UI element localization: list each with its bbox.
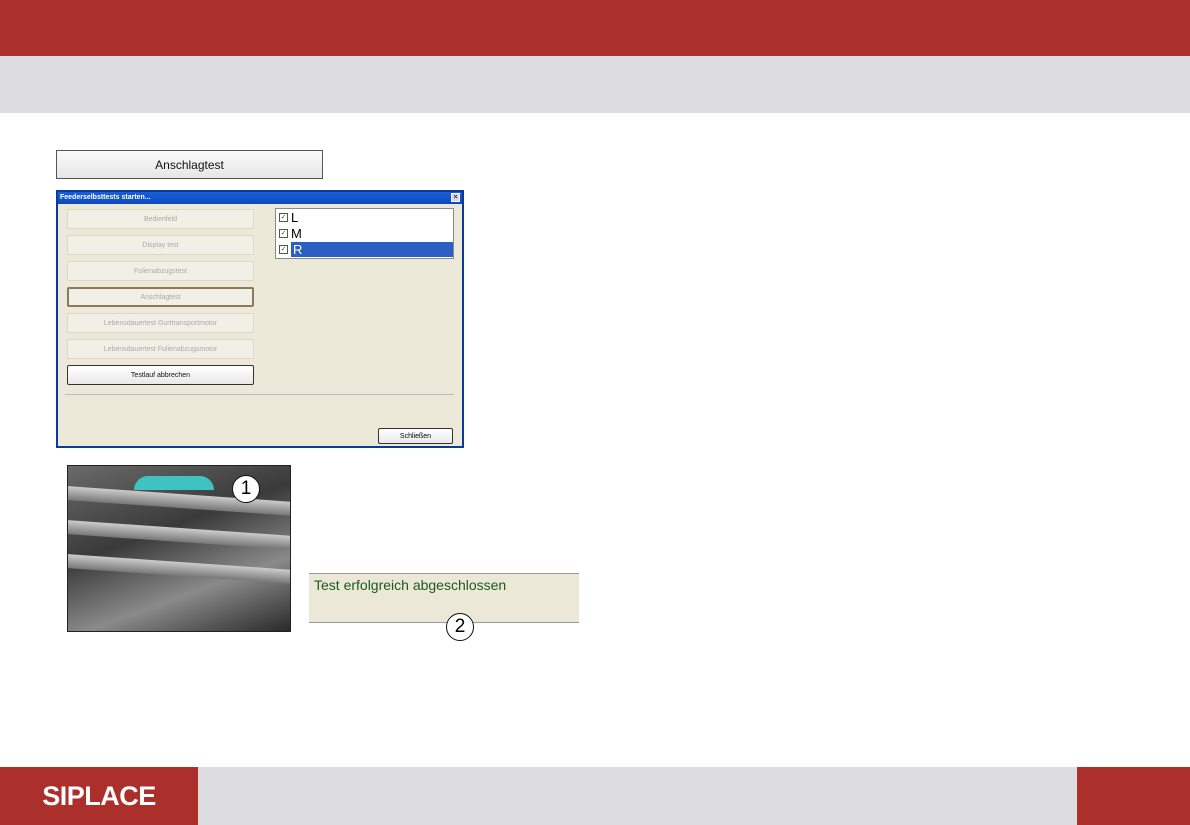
status-message: Test erfolgreich abgeschlossen [314, 577, 507, 593]
feeder-selftest-dialog: Feederselbsttests starten... × Bedienfel… [56, 190, 464, 448]
dialog-status-area [65, 394, 454, 424]
track-item-l[interactable]: ✓ L [276, 209, 453, 225]
track-item-m[interactable]: ✓ M [276, 225, 453, 241]
photo-rail [68, 554, 290, 584]
dialog-title-bar: Feederselbsttests starten... × [58, 192, 462, 204]
schliessen-button[interactable]: Schließen [378, 428, 453, 444]
bedienfeld-button[interactable]: Bedienfeld [67, 209, 254, 229]
track-item-r[interactable]: ✓ R [276, 241, 453, 257]
lebensdauertest-gurt-button[interactable]: Lebensdauertest Gurttransportmotor [67, 313, 254, 333]
close-icon[interactable]: × [451, 193, 460, 202]
dialog-title: Feederselbsttests starten... [60, 194, 151, 201]
anschlagtest-button[interactable]: Anschlagtest [56, 150, 323, 179]
status-message-panel: Test erfolgreich abgeschlossen [309, 573, 579, 623]
track-label: L [291, 209, 299, 225]
siplace-logo: SIPLACE [0, 767, 198, 825]
footer-accent [1077, 767, 1190, 825]
header-bar [0, 0, 1190, 56]
callout-2: 2 [446, 613, 474, 641]
lebensdauertest-folie-button[interactable]: Lebensdauertest Folienabzugsmotor [67, 339, 254, 359]
photo-rail [68, 520, 290, 550]
display-test-button[interactable]: Display test [67, 235, 254, 255]
rotation-arrow-icon [134, 476, 214, 490]
track-list: ✓ L ✓ M ✓ R [275, 208, 454, 259]
track-label: M [291, 225, 302, 241]
callout-1: 1 [232, 475, 260, 503]
checkbox[interactable]: ✓ [279, 244, 288, 254]
checkbox[interactable]: ✓ [279, 228, 288, 238]
checkbox[interactable]: ✓ [279, 212, 288, 222]
track-label: R [291, 241, 453, 257]
sub-header-bar [0, 56, 1190, 113]
folienabzugstest-button[interactable]: Folienabzugstest [67, 261, 254, 281]
testlauf-abbrechen-button[interactable]: Testlauf abbrechen [67, 365, 254, 385]
anschlagtest-dialog-button[interactable]: Anschlagtest [67, 287, 254, 307]
